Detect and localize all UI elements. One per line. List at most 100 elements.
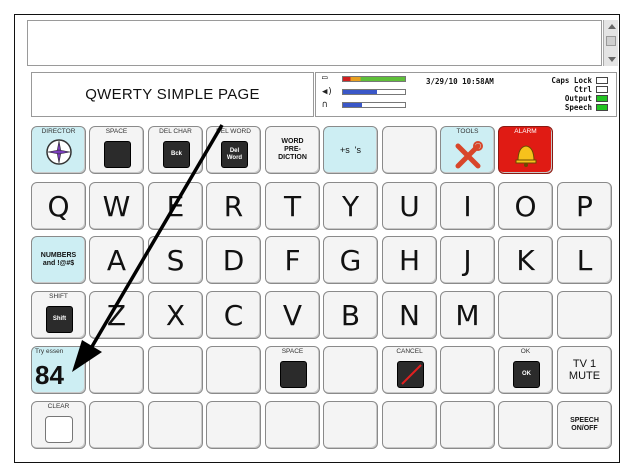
- numbers-key[interactable]: NUMBERS and !@#$: [31, 236, 86, 284]
- key-h[interactable]: H: [382, 236, 437, 284]
- key-c[interactable]: C: [206, 291, 261, 339]
- key-n[interactable]: N: [382, 291, 437, 339]
- blank-key-5[interactable]: [206, 346, 261, 394]
- message-window[interactable]: [27, 20, 602, 66]
- key-i[interactable]: I: [440, 182, 495, 230]
- key-o[interactable]: O: [498, 182, 553, 230]
- blank-key-8[interactable]: [89, 401, 144, 449]
- scroll-thumb[interactable]: [606, 36, 616, 46]
- del-word-key[interactable]: DEL WORD Del Word: [206, 126, 261, 174]
- key-l[interactable]: L: [557, 236, 612, 284]
- key-n-label: N: [399, 298, 420, 332]
- key-a[interactable]: A: [89, 236, 144, 284]
- caps-lock-indicator: [596, 77, 608, 84]
- caps-lock-label: Caps Lock: [551, 76, 592, 85]
- blank-key-14[interactable]: [440, 401, 495, 449]
- blank-key-13[interactable]: [382, 401, 437, 449]
- blank-key-12[interactable]: [323, 401, 378, 449]
- speech-toggle-key[interactable]: SPEECH ON/OFF: [557, 401, 612, 449]
- compass-icon: [46, 139, 72, 165]
- speech-label: Speech: [564, 103, 592, 112]
- key-x[interactable]: X: [148, 291, 203, 339]
- blank-key-1[interactable]: [498, 291, 553, 339]
- tv-mute-key[interactable]: TV 1 MUTE: [557, 346, 612, 394]
- blank-key-7[interactable]: [440, 346, 495, 394]
- tv-mute-label: TV 1 MUTE: [568, 358, 601, 382]
- key-w-label: W: [102, 189, 131, 223]
- key-d[interactable]: D: [206, 236, 261, 284]
- key-s[interactable]: S: [148, 236, 203, 284]
- del-char-key[interactable]: DEL CHAR Bck: [148, 126, 203, 174]
- blank-key-2[interactable]: [557, 291, 612, 339]
- try-essence-label: Try essen: [35, 348, 64, 355]
- key-u-label: U: [399, 189, 420, 223]
- cancel-label: CANCEL: [396, 348, 423, 355]
- key-t[interactable]: T: [265, 182, 320, 230]
- space-bottom-icon: [280, 361, 307, 388]
- scroll-down-icon[interactable]: [608, 57, 616, 62]
- key-u[interactable]: U: [382, 182, 437, 230]
- key-d-label: D: [222, 243, 245, 277]
- word-prediction-label: WORD PRE- DICTION: [278, 138, 307, 161]
- blank-key-15[interactable]: [498, 401, 553, 449]
- del-char-label: DEL CHAR: [159, 128, 192, 135]
- blank-key-9[interactable]: [148, 401, 203, 449]
- key-q-label: Q: [47, 189, 70, 223]
- headset-meter: [342, 102, 406, 108]
- key-w[interactable]: W: [89, 182, 144, 230]
- del-word-label: DEL WORD: [216, 128, 251, 135]
- shift-key[interactable]: SHIFT Shift: [31, 291, 86, 339]
- key-j[interactable]: J: [440, 236, 495, 284]
- clear-key[interactable]: CLEAR: [31, 401, 86, 449]
- key-z-label: Z: [106, 298, 127, 332]
- battery-meter: [342, 76, 406, 82]
- scroll-up-icon[interactable]: [608, 24, 616, 29]
- blank-key-11[interactable]: [265, 401, 320, 449]
- space-key-bottom[interactable]: SPACE: [265, 346, 320, 394]
- space-label-bottom: SPACE: [281, 348, 304, 355]
- key-v-label: V: [282, 298, 303, 332]
- key-r[interactable]: R: [206, 182, 261, 230]
- key-k[interactable]: K: [498, 236, 553, 284]
- headset-icon: ∩: [322, 100, 328, 110]
- page-title: QWERTY SIMPLE PAGE: [31, 72, 314, 117]
- key-f[interactable]: F: [265, 236, 320, 284]
- key-g[interactable]: G: [323, 236, 378, 284]
- word-prediction-key[interactable]: WORD PRE- DICTION: [265, 126, 320, 174]
- blank-key-0[interactable]: [382, 126, 437, 174]
- tools-key[interactable]: TOOLS: [440, 126, 495, 174]
- key-v[interactable]: V: [265, 291, 320, 339]
- space-label: SPACE: [105, 128, 128, 135]
- battery-icon: ▭: [322, 73, 328, 83]
- key-b-label: B: [340, 298, 361, 332]
- blank-key-4[interactable]: [148, 346, 203, 394]
- key-f-label: F: [284, 243, 301, 277]
- blank-key-6[interactable]: [323, 346, 378, 394]
- director-key[interactable]: DIRECTOR: [31, 126, 86, 174]
- key-y[interactable]: Y: [323, 182, 378, 230]
- key-e[interactable]: E: [148, 182, 203, 230]
- bell-icon: [515, 145, 537, 167]
- ok-key[interactable]: OK OK: [498, 346, 553, 394]
- key-p[interactable]: P: [557, 182, 612, 230]
- tools-icon: [455, 141, 483, 169]
- key-b[interactable]: B: [323, 291, 378, 339]
- key-m[interactable]: M: [440, 291, 495, 339]
- message-scrollbar[interactable]: [603, 20, 618, 66]
- key-z[interactable]: Z: [89, 291, 144, 339]
- space-key-top[interactable]: SPACE: [89, 126, 144, 174]
- key-q[interactable]: Q: [31, 182, 86, 230]
- blank-key-3[interactable]: [89, 346, 144, 394]
- plural-key[interactable]: +s 's: [323, 126, 378, 174]
- space-button-icon: [104, 141, 131, 168]
- shift-arrow-icon: Shift: [46, 306, 73, 333]
- delete-word-icon: Del Word: [221, 141, 248, 168]
- ok-button-icon: OK: [513, 361, 540, 388]
- try-essence-key[interactable]: Try essen 84: [31, 346, 86, 394]
- key-e-label: E: [166, 189, 185, 223]
- alarm-key[interactable]: ALARM: [498, 126, 553, 174]
- cancel-key[interactable]: CANCEL: [382, 346, 437, 394]
- try-essence-number: 84: [35, 359, 64, 390]
- key-r-label: R: [223, 189, 244, 223]
- blank-key-10[interactable]: [206, 401, 261, 449]
